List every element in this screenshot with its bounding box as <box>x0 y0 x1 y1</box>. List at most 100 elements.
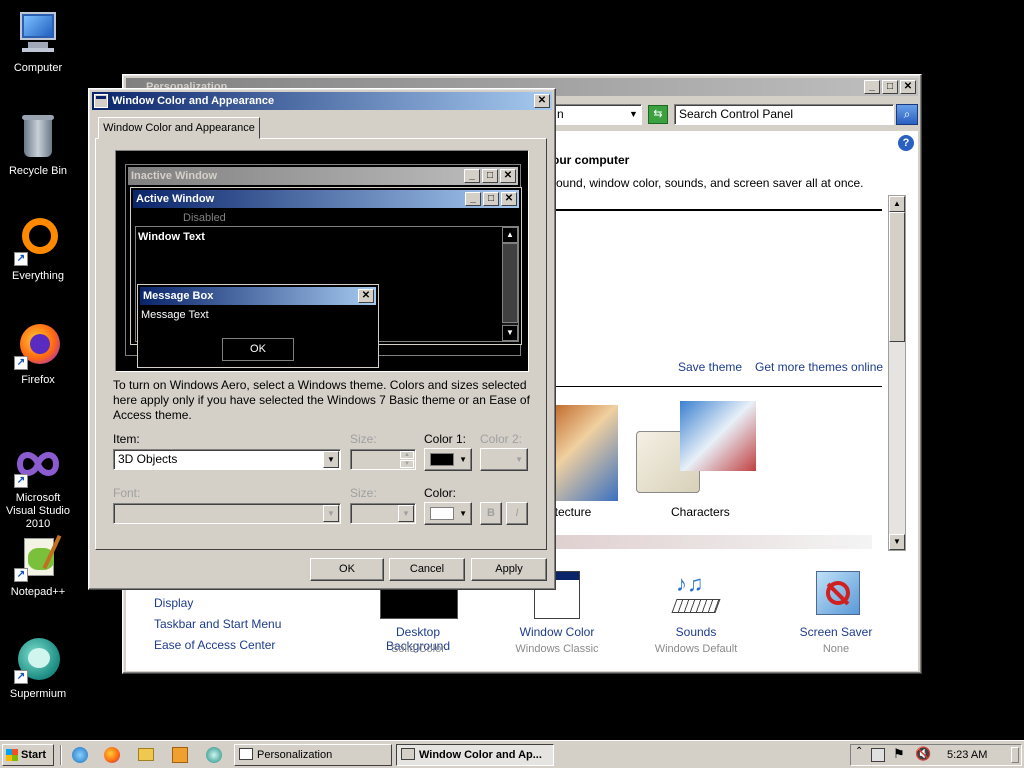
size-spinner[interactable]: ▲ ▼ <box>350 449 416 470</box>
shortcut-arrow-icon: ↗ <box>14 670 28 684</box>
start-label: Start <box>21 749 47 761</box>
desktop-icon-label: Firefox <box>21 374 55 386</box>
chevron-down-icon[interactable]: ▼ <box>323 505 339 522</box>
task-label: Window Color and Ap... <box>419 749 542 761</box>
cancel-button[interactable]: Cancel <box>389 558 465 581</box>
desktop-icon-visual-studio[interactable]: ↗ Microsoft Visual Studio 2010 <box>0 440 76 531</box>
quicklaunch-divider <box>60 745 62 765</box>
media-player-icon[interactable] <box>172 747 188 763</box>
chevron-down-icon[interactable]: ▼ <box>323 451 339 468</box>
preview-maximize-icon: □ <box>482 169 498 183</box>
desktop-icon-label: Supermium <box>9 688 67 700</box>
dialog-close-button[interactable]: ✕ <box>534 94 550 108</box>
personalization-task-icon <box>239 748 253 760</box>
volume-muted-icon[interactable]: 🔇 <box>915 746 931 762</box>
close-button[interactable]: ✕ <box>900 80 916 94</box>
save-theme-link[interactable]: Save theme <box>678 360 742 374</box>
desktop-icon-everything[interactable]: ↗ Everything <box>0 218 76 283</box>
internet-explorer-icon[interactable] <box>72 747 88 763</box>
item-dropdown[interactable]: 3D Objects ▼ <box>113 449 341 470</box>
preview-minimize-icon: _ <box>465 192 481 206</box>
screen-saver-link[interactable]: Screen Saver <box>786 625 886 639</box>
tray-expand-icon[interactable]: ⌃ <box>855 746 863 757</box>
address-text: n <box>557 107 564 121</box>
clock[interactable]: 5:23 AM <box>947 749 987 761</box>
action-center-flag-icon[interactable]: ⚑ <box>893 746 905 762</box>
explorer-folder-icon[interactable] <box>138 748 154 761</box>
color1-picker-button[interactable]: ▼ <box>424 448 472 471</box>
start-button[interactable]: Start <box>2 744 54 766</box>
window-color-link[interactable]: Window Color <box>507 625 607 639</box>
preview-close-icon: ✕ <box>358 289 374 303</box>
desktop-icon-label: Notepad++ <box>10 586 66 598</box>
color2-label: Color 2: <box>480 432 523 446</box>
font-color-label: Color: <box>424 486 457 500</box>
window-color-dialog: Window Color and Appearance ✕ Window Col… <box>88 88 556 590</box>
help-icon[interactable]: ? <box>898 135 914 151</box>
theme-list-scrollbar[interactable]: ▲ ▼ <box>888 195 906 551</box>
sounds-link[interactable]: Sounds <box>646 625 746 639</box>
notepad-plus-plus-icon: ↗ <box>14 534 62 582</box>
chevron-down-icon[interactable]: ▼ <box>398 505 414 522</box>
maximize-button[interactable]: □ <box>882 80 898 94</box>
theme-list-top-rule <box>552 209 882 211</box>
desktop-icon-firefox[interactable]: ↗ Firefox <box>0 322 76 387</box>
see-also-display-link[interactable]: Display <box>154 596 193 610</box>
font-color-picker-button[interactable]: ▼ <box>424 502 472 525</box>
scroll-thumb[interactable] <box>889 212 905 342</box>
shortcut-arrow-icon: ↗ <box>14 474 28 488</box>
refresh-icon[interactable]: ⇆ <box>648 105 668 124</box>
window-color-task-icon <box>401 748 415 760</box>
desktop-icon-computer[interactable]: Computer <box>0 10 76 75</box>
screen-saver-icon[interactable] <box>816 571 860 615</box>
desktop-icon-label: Computer <box>13 62 63 74</box>
sounds-icon[interactable]: ♪♫ <box>670 571 722 619</box>
firefox-taskbar-icon[interactable] <box>104 747 120 763</box>
font-size-dropdown[interactable]: ▼ <box>350 503 416 524</box>
font-color-swatch <box>430 507 454 520</box>
preview-inactive-title: Inactive Window <box>131 170 218 182</box>
minimize-button[interactable]: _ <box>864 80 880 94</box>
chevron-down-icon: ▼ <box>459 509 467 518</box>
task-personalization[interactable]: Personalization <box>234 744 392 766</box>
see-also-taskbar-link[interactable]: Taskbar and Start Menu <box>154 617 281 631</box>
desktop-icon-notepad-plus-plus[interactable]: ↗ Notepad++ <box>0 534 76 599</box>
show-desktop-button[interactable] <box>1011 747 1019 763</box>
get-more-themes-link[interactable]: Get more themes online <box>755 360 883 374</box>
shortcut-arrow-icon: ↗ <box>14 356 28 370</box>
ok-button[interactable]: OK <box>310 558 384 581</box>
spin-down-icon[interactable]: ▼ <box>400 460 414 468</box>
search-input[interactable]: Search Control Panel <box>674 104 894 125</box>
recycle-bin-icon <box>14 113 62 161</box>
desktop-icon-supermium[interactable]: ↗ Supermium <box>0 636 76 701</box>
preview-active-titlebar: Active Window _ □ ✕ <box>133 190 519 208</box>
address-dropdown-icon[interactable]: ▼ <box>629 105 638 124</box>
italic-button[interactable]: I <box>506 502 528 525</box>
firefox-icon: ↗ <box>14 322 62 370</box>
preview-window-text: Window Text <box>138 231 205 243</box>
see-also-ease-of-access-link[interactable]: Ease of Access Center <box>154 638 275 652</box>
preview-msgbox-ok: OK <box>222 338 294 361</box>
scroll-up-button[interactable]: ▲ <box>889 196 905 212</box>
task-window-color[interactable]: Window Color and Ap... <box>396 744 554 766</box>
window-color-value: Windows Classic <box>515 643 599 655</box>
preview-scrollbar: ▲ ▼ <box>502 227 518 341</box>
bold-button[interactable]: B <box>480 502 502 525</box>
tab-window-color[interactable]: Window Color and Appearance <box>98 117 260 139</box>
theme-thumbnail-architecture[interactable] <box>552 405 618 501</box>
supermium-taskbar-icon[interactable] <box>206 747 222 763</box>
color2-picker-button[interactable]: ▼ <box>480 448 528 471</box>
theme-label: Characters <box>671 505 730 519</box>
apply-button[interactable]: Apply <box>471 558 547 581</box>
spin-up-icon[interactable]: ▲ <box>400 451 414 459</box>
desktop-icon-label: Microsoft Visual Studio 2010 <box>5 492 70 530</box>
network-icon[interactable] <box>871 748 885 762</box>
dialog-titlebar[interactable]: Window Color and Appearance ✕ <box>92 92 552 110</box>
windows-logo-icon <box>6 749 18 761</box>
scroll-down-button[interactable]: ▼ <box>889 534 905 550</box>
search-icon[interactable]: ⌕ <box>896 104 918 125</box>
shortcut-arrow-icon: ↗ <box>14 252 28 266</box>
desktop-icon-recycle-bin[interactable]: Recycle Bin <box>0 113 76 178</box>
everything-icon: ↗ <box>14 218 62 266</box>
font-dropdown[interactable]: ▼ <box>113 503 341 524</box>
